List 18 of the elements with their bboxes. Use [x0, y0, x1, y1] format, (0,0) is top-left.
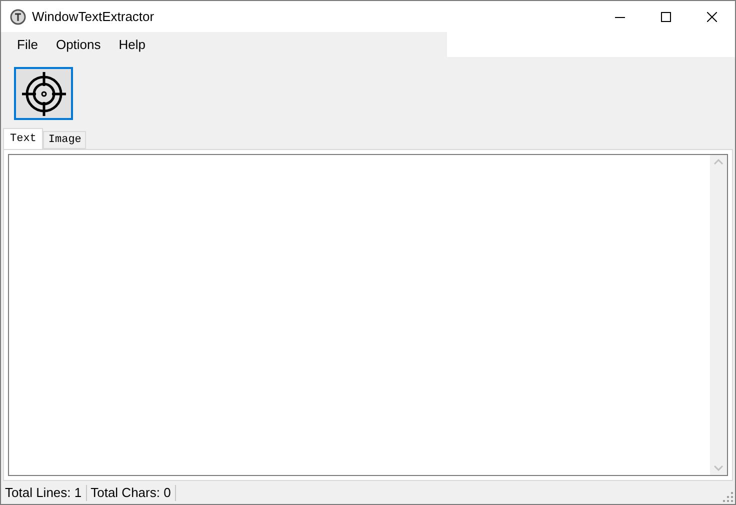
scroll-up-icon [714, 159, 723, 165]
status-text: Total Chars: 0 [86, 484, 176, 500]
scrollbar[interactable] [710, 155, 727, 475]
resize-grip-icon [723, 492, 733, 502]
menu-item[interactable]: Options [46, 34, 110, 54]
status-text: Total Lines: 1 [1, 484, 87, 500]
menu-item[interactable]: File [8, 34, 47, 54]
tab[interactable]: Text [3, 128, 44, 149]
tab[interactable]: Image [43, 131, 86, 149]
scroll-down-icon [714, 465, 723, 471]
menu-item[interactable]: Help [110, 34, 155, 54]
window-title: WindowTextExtractor [32, 8, 154, 26]
app-icon [10, 8, 26, 24]
text-area[interactable] [8, 154, 728, 476]
crosshair-button[interactable] [14, 67, 73, 120]
maximize-icon [661, 12, 671, 22]
close-icon [707, 12, 717, 22]
crosshair-icon [20, 70, 66, 116]
